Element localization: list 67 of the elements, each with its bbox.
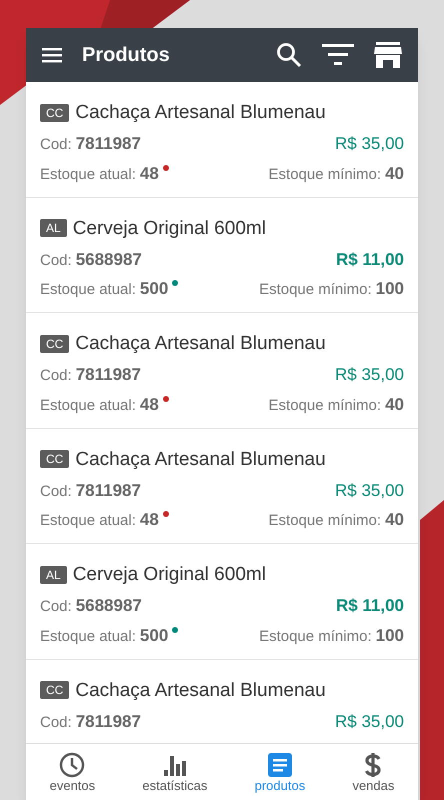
filter-icon[interactable] [322, 42, 354, 68]
minimum-value: 40 [385, 394, 404, 416]
code-value: 7811987 [76, 133, 141, 155]
product-card[interactable]: AL Cerveja Original 600ml Cod: 5688987 R$ 11,00 Estoque atual: 500 Estoque mínimo: 100 [26, 544, 418, 660]
category-tag: CC [40, 104, 70, 122]
price: R$ 35,00 [335, 710, 404, 732]
price: R$ 35,00 [335, 364, 404, 386]
code-value: 7811987 [76, 480, 141, 502]
product-card[interactable]: AL Cerveja Original 600ml Cod: 5688987 R$ 11,00 Estoque atual: 500 Estoque mínimo: 100 [26, 198, 418, 313]
stock-value: 48 [140, 162, 159, 184]
search-icon[interactable] [276, 42, 302, 68]
category-tag: CC [40, 681, 70, 699]
product-card[interactable]: CC Cachaça Artesanal Blumenau Cod: 7811987 R$ 35,00 Estoque atual: 48 Estoque mínimo: 40 [26, 428, 418, 544]
page-title: Produtos [82, 43, 171, 68]
code-value: 7811987 [76, 364, 141, 386]
category-tag: CC [40, 450, 70, 468]
code-label: Cod: [40, 366, 72, 386]
stock-label: Estoque atual: [40, 396, 136, 416]
stock-value: 48 [140, 509, 159, 531]
category-tag: CC [40, 334, 70, 352]
code-value: 5688987 [76, 248, 142, 270]
menu-icon[interactable] [42, 47, 62, 63]
minimum-label: Estoque mínimo: [268, 396, 382, 416]
product-name: Cachaça Artesanal Blumenau [75, 450, 326, 468]
stock-value: 500 [140, 278, 168, 300]
product-card[interactable]: CC Cachaça Artesanal Blumenau Cod: 7811987 R$ 35,00 [26, 660, 418, 740]
product-name: Cachaça Artesanal Blumenau [75, 680, 326, 700]
stock-label: Estoque atual: [40, 280, 136, 300]
minimum-value: 40 [385, 162, 404, 184]
code-value: 5688987 [76, 595, 142, 617]
stock-label: Estoque atual: [40, 511, 136, 531]
price: R$ 11,00 [336, 595, 404, 617]
category-tag: AL [40, 219, 67, 237]
price: R$ 35,00 [335, 133, 404, 155]
product-name: Cerveja Original 600ml [72, 565, 266, 584]
minimum-label: Estoque mínimo: [259, 280, 372, 300]
document-icon [266, 752, 293, 778]
product-card[interactable]: CC Cachaça Artesanal Blumenau Cod: 7811987 R$ 35,00 Estoque atual: 48 Estoque mínimo: 40 [26, 82, 418, 198]
nav-tab[interactable]: produtos [246, 752, 314, 792]
stock-label: Estoque atual: [40, 164, 136, 184]
code-label: Cod: [40, 135, 72, 155]
stock-label: Estoque atual: [40, 626, 136, 646]
nav-tab[interactable]: estatísticas [134, 752, 216, 792]
product-name: Cerveja Original 600ml [72, 218, 266, 238]
price: R$ 11,00 [336, 248, 404, 270]
code-label: Cod: [40, 597, 72, 617]
clock-icon [59, 752, 86, 778]
nav-tab[interactable]: eventos [42, 752, 104, 792]
minimum-value: 100 [376, 624, 404, 646]
product-name: Cachaça Artesanal Blumenau [75, 103, 326, 122]
minimum-label: Estoque mínimo: [268, 164, 382, 184]
stock-value: 48 [140, 394, 159, 416]
stock-value: 500 [140, 624, 168, 646]
product-card[interactable]: CC Cachaça Artesanal Blumenau Cod: 7811987 R$ 35,00 Estoque atual: 48 Estoque mínimo: 40 [26, 313, 418, 428]
minimum-label: Estoque mínimo: [268, 511, 382, 531]
product-name: Cachaça Artesanal Blumenau [75, 334, 326, 353]
nav-tab[interactable]: vendas [344, 752, 402, 792]
minimum-value: 100 [376, 278, 404, 300]
store-icon[interactable] [374, 42, 402, 68]
code-label: Cod: [40, 250, 72, 270]
minimum-label: Estoque mínimo: [259, 626, 372, 646]
code-label: Cod: [40, 712, 72, 732]
code-value: 7811987 [76, 710, 141, 732]
code-label: Cod: [40, 482, 72, 502]
minimum-value: 40 [385, 509, 404, 531]
price: R$ 35,00 [335, 480, 404, 502]
category-tag: AL [40, 566, 67, 584]
